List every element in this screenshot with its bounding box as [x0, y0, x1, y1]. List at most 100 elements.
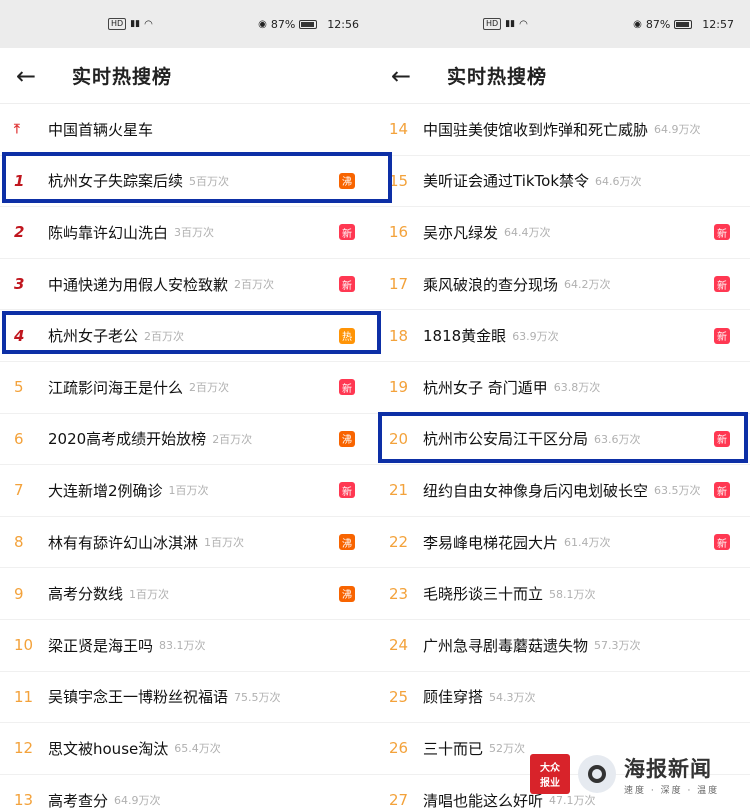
item-title: 中国首辆火星车 [48, 120, 154, 139]
page-title: 实时热搜榜 [447, 66, 548, 88]
hot-search-item[interactable]: 21 纽约自由女神像身后闪电划破长空 63.5万次新 [375, 465, 750, 517]
hot-search-item[interactable]: 22 李易峰电梯花园大片 61.4万次 新 [375, 517, 750, 569]
item-title: 乘风破浪的查分现场 [423, 275, 559, 294]
signal-icon: ▮▮ [130, 19, 141, 29]
heat-count: 63.6万次 [594, 432, 641, 446]
hot-search-item[interactable]: 13 高考查分 64.9万次 [0, 775, 375, 812]
heat-count: 61.4万次 [564, 536, 611, 550]
eye-comfort-icon: ◉ [633, 18, 642, 30]
battery-icon [299, 19, 318, 29]
status-bar: HD ▮▮ ◠ ◉ 87% 12:56 [0, 0, 375, 48]
hot-search-item[interactable]: 10 梁正贤是海王吗 83.1万次 [0, 620, 375, 672]
rank-number: 4 [14, 326, 25, 345]
rank-number: 27 [389, 791, 409, 810]
hot-search-item[interactable]: 19 杭州女子 奇门遁甲 63.8万次 [375, 362, 750, 414]
hot-search-item[interactable]: 12 思文被house淘汰 65.4万次 [0, 723, 375, 775]
rank-number: 12 [14, 739, 34, 758]
hot-search-item[interactable]: 7 大连新增2例确诊 1百万次 新 [0, 465, 375, 517]
left-screen: HD ▮▮ ◠ ◉ 87% 12:56 ← 实时热搜榜 ⤒ 中国首辆火星车 1 杭州女… [0, 0, 375, 812]
item-title: 三十而已 [423, 739, 484, 758]
hot-search-item[interactable]: 6 2020高考成绩开始放榜 2百万次 沸 [0, 414, 375, 466]
hot-search-item[interactable]: 24 广州急寻剧毒蘑菇遗失物 57.3万次 [375, 620, 750, 672]
hot-search-item[interactable]: 2 陈屿靠许幻山洗白 3百万次 新 [0, 207, 375, 259]
heat-count: 3百万次 [174, 226, 215, 240]
back-arrow-icon[interactable]: ← [16, 64, 56, 88]
status-icons-left: HD ▮▮ ◠ [483, 18, 528, 30]
new-badge: 新 [714, 224, 730, 241]
item-title: 江疏影问海王是什么 [48, 378, 184, 397]
heat-count: 65.4万次 [174, 742, 221, 756]
item-title: 纽约自由女神像身后闪电划破长空 [423, 481, 649, 500]
heat-count: 5百万次 [189, 174, 230, 188]
rank-number: 8 [14, 533, 24, 552]
heat-count: 54.3万次 [489, 690, 536, 704]
hot-search-item[interactable]: 17 乘风破浪的查分现场 64.2万次 新 [375, 259, 750, 311]
rank-number: 23 [389, 584, 409, 603]
signal-icon: ▮▮ [505, 19, 516, 29]
rank-number: 11 [14, 687, 34, 706]
hot-search-item[interactable]: 1 杭州女子失踪案后续 5百万次 沸 [0, 156, 375, 208]
rank-number: 3 [14, 275, 25, 294]
item-title: 杭州女子失踪案后续 [48, 172, 184, 191]
hot-search-item[interactable]: 9 高考分数线 1百万次 沸 [0, 568, 375, 620]
heat-count: 64.9万次 [654, 123, 701, 137]
heat-count: 1百万次 [168, 484, 209, 498]
hot-search-item[interactable]: 25 顾佳穿搭 54.3万次 [375, 672, 750, 724]
hot-search-item[interactable]: 3 中通快递为用假人安检致歉 2百万次 新 [0, 259, 375, 311]
wifi-icon: ◠ [144, 18, 153, 30]
back-arrow-icon[interactable]: ← [391, 64, 431, 88]
page-title: 实时热搜榜 [72, 66, 173, 88]
haibao-logo-icon [578, 755, 616, 793]
rank-number: 6 [14, 429, 24, 448]
hot-search-item[interactable]: 5 江疏影问海王是什么 2百万次 新 [0, 362, 375, 414]
watermark-text: 海报新闻 速度 · 深度 · 温度 [624, 753, 719, 796]
rank-number: 5 [14, 378, 24, 397]
item-title: 高考分数线 [48, 585, 124, 604]
wifi-icon: ◠ [519, 18, 528, 30]
new-badge: 新 [714, 482, 730, 499]
rank-number: 7 [14, 481, 24, 500]
logo-text-top: 大众 [540, 763, 560, 774]
item-title: 吴镇宇念王一博粉丝祝福语 [48, 688, 229, 707]
item-title: 吴亦凡绿发 [423, 223, 499, 242]
hot-search-item[interactable]: 18 1818黄金眼 63.9万次 新 [375, 310, 750, 362]
watermark-slogan: 速度 · 深度 · 温度 [624, 785, 720, 796]
screenshot-composite: HD ▮▮ ◠ ◉ 87% 12:56 ← 实时热搜榜 ⤒ 中国首辆火星车 1 杭州女… [0, 0, 750, 812]
rank-number: 18 [389, 326, 409, 345]
hot-search-item[interactable]: 14 中国驻美使馆收到炸弹和死亡威胁 64.9万次 [375, 104, 750, 156]
logo-text-bottom: 报业 [540, 778, 560, 789]
new-badge: 新 [339, 482, 355, 499]
status-icons-left: HD ▮▮ ◠ [108, 18, 153, 30]
item-title: 毛晓彤谈三十而立 [423, 585, 544, 604]
item-title: 高考查分 [48, 791, 109, 810]
rank-number: 16 [389, 223, 409, 242]
hot-search-item[interactable]: 20 杭州市公安局江干区分局 63.6万次 新 [375, 414, 750, 466]
boil-badge: 沸 [339, 430, 355, 447]
hot-search-item[interactable]: 11 吴镇宇念王一博粉丝祝福语 75.5万次 [0, 672, 375, 724]
rank-number: 26 [389, 739, 409, 758]
heat-count: 52万次 [489, 742, 526, 756]
new-badge: 新 [714, 327, 730, 344]
heat-count: 1百万次 [204, 536, 245, 550]
hot-search-item[interactable]: 8 林有有舔许幻山冰淇淋 1百万次 沸 [0, 517, 375, 569]
hot-search-item[interactable]: 15 美听证会通过TikTok禁令 64.6万次 [375, 156, 750, 208]
rank-number: 14 [389, 120, 409, 139]
item-title: 2020高考成绩开始放榜 [48, 430, 207, 449]
item-title: 陈屿靠许幻山洗白 [48, 223, 169, 242]
boil-badge: 沸 [339, 585, 355, 602]
hot-search-item[interactable]: 23 毛晓彤谈三十而立 58.1万次 [375, 568, 750, 620]
boil-badge: 沸 [339, 172, 355, 189]
eye-comfort-icon: ◉ [258, 18, 267, 30]
item-title: 广州急寻剧毒蘑菇遗失物 [423, 636, 589, 655]
hot-search-item[interactable]: ⤒ 中国首辆火星车 [0, 104, 375, 156]
item-title: 中通快递为用假人安检致歉 [48, 275, 229, 294]
item-title: 顾佳穿搭 [423, 688, 484, 707]
pinned-top-icon: ⤒ [14, 121, 20, 137]
item-title: 1818黄金眼 [423, 327, 507, 346]
rank-number: 19 [389, 378, 409, 397]
hd-icon: HD [108, 18, 127, 30]
hot-search-item[interactable]: 16 吴亦凡绿发 64.4万次 新 [375, 207, 750, 259]
hot-search-item[interactable]: 4 杭州女子老公 2百万次 热 [0, 310, 375, 362]
rank-number: 1 [14, 171, 25, 190]
clock: 12:56 [327, 17, 359, 31]
